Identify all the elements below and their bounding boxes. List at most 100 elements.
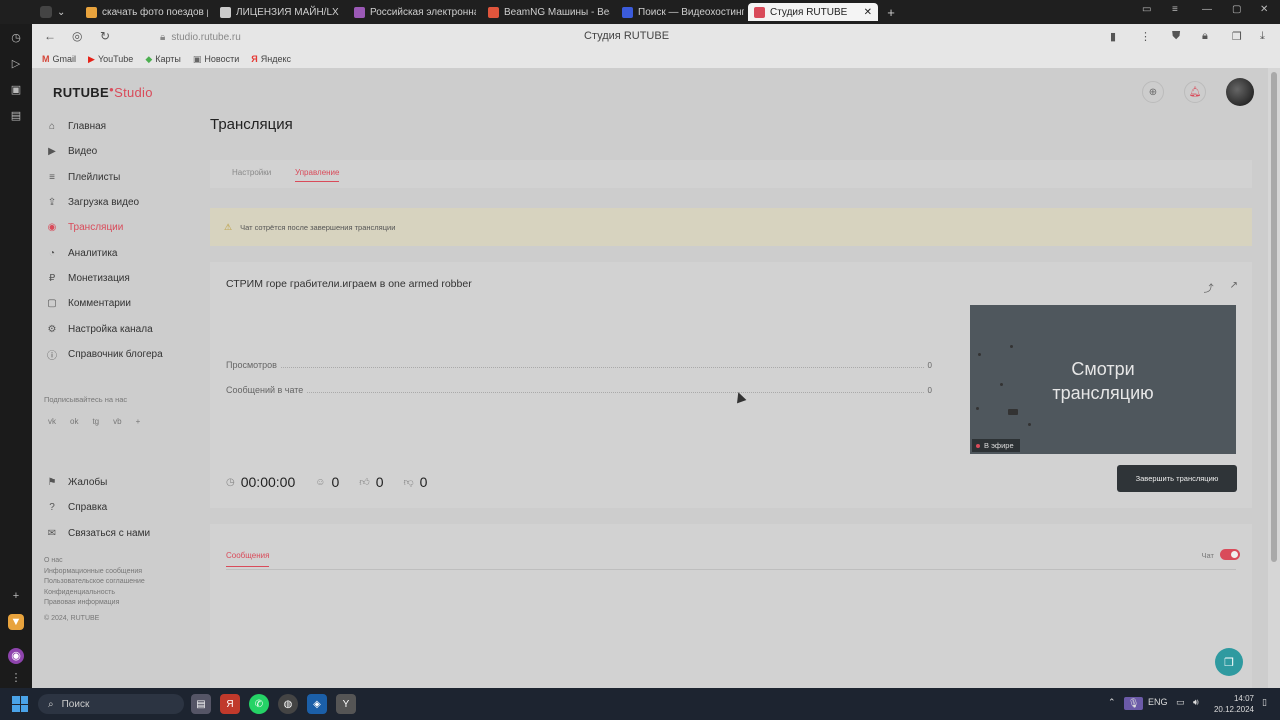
windows-start-icon[interactable] bbox=[12, 696, 28, 712]
footer-link-terms[interactable]: Пользовательское соглашение bbox=[44, 577, 145, 588]
reload-icon[interactable]: ↻ bbox=[100, 29, 110, 43]
grid-icon[interactable]: ⋮ bbox=[8, 670, 24, 686]
more-socials-icon[interactable]: + bbox=[136, 417, 141, 426]
play-icon[interactable]: ▷ bbox=[8, 56, 24, 72]
bookmark-label: Яндекс bbox=[260, 54, 291, 64]
footer-link-info[interactable]: Информационные сообщения bbox=[44, 567, 145, 578]
sidebar-item-blogger-guide[interactable]: ⓘ Справочник блогера bbox=[46, 342, 206, 367]
tab-3[interactable]: Российская электронная bbox=[348, 3, 476, 21]
footer-link-legal[interactable]: Правовая информация bbox=[44, 598, 145, 609]
ok-icon[interactable]: ok bbox=[70, 417, 78, 426]
more-icon[interactable]: ⋮ bbox=[1140, 30, 1151, 43]
collections-icon[interactable]: ▭ bbox=[1142, 4, 1151, 15]
bookmark-news[interactable]: ▣ Новости bbox=[193, 54, 239, 65]
tab-5[interactable]: Поиск — Видеохостинг R bbox=[616, 3, 744, 21]
bell-icon[interactable]: 🔔︎ bbox=[1184, 81, 1206, 103]
sidebar-item-home[interactable]: ⌂ Главная bbox=[46, 114, 206, 139]
menu-icon[interactable]: ≡ bbox=[1172, 4, 1178, 15]
tab-management[interactable]: Управление bbox=[295, 168, 340, 182]
vk-icon[interactable]: vk bbox=[48, 417, 56, 426]
yandex-browser-icon[interactable]: Я bbox=[220, 694, 240, 714]
live-label: В эфире bbox=[984, 441, 1014, 450]
home-icon: ⌂ bbox=[48, 121, 56, 133]
sidebar-item-contact[interactable]: ✉ Связаться с нами bbox=[46, 521, 206, 546]
sidebar-item-help[interactable]: ? Справка bbox=[46, 495, 206, 520]
bookmark-icon[interactable]: ▣ bbox=[8, 82, 24, 98]
sidebar-menu: ⌂ Главная ▶ Видео ≡ Плейлисты ⇪ Загрузка вид… bbox=[46, 114, 206, 367]
footer-link-about[interactable]: О нас bbox=[44, 556, 145, 567]
app-icon[interactable]: ▼ bbox=[8, 614, 24, 630]
whatsapp-icon[interactable]: ✆ bbox=[249, 694, 269, 714]
obs-icon[interactable]: ◍ bbox=[278, 694, 298, 714]
tab-rutube-studio[interactable]: Студия RUTUBE ✕ bbox=[748, 3, 878, 21]
tab-favicon-icon bbox=[622, 6, 633, 18]
bookmark-label: Новости bbox=[204, 54, 240, 64]
history-icon[interactable]: ◷ bbox=[8, 30, 24, 46]
yandex-app-icon[interactable]: Y bbox=[336, 694, 356, 714]
tab-4[interactable]: BeamNG Машины - Beam bbox=[482, 3, 610, 21]
bookmark-maps[interactable]: ◆ Карты bbox=[145, 54, 181, 65]
bookmark-star-icon[interactable]: ▮ bbox=[1110, 30, 1116, 43]
sidebar-item-streams[interactable]: ◉ Трансляции bbox=[46, 215, 206, 240]
playlist-icon: ≡ bbox=[49, 171, 55, 183]
minimize-icon[interactable]: — bbox=[1202, 4, 1212, 15]
tab-settings[interactable]: Настройки bbox=[232, 168, 271, 177]
share-icon[interactable]: ⤴ bbox=[1204, 280, 1214, 295]
extensions-icon[interactable]: ❐ bbox=[1232, 30, 1242, 43]
browser-menu-button[interactable]: ⌄ bbox=[34, 3, 72, 21]
sidebar-item-channel-settings[interactable]: ⚙ Настройка канала bbox=[46, 316, 206, 341]
page-scrollbar[interactable] bbox=[1268, 68, 1280, 688]
sidebar-item-analytics[interactable]: ◔ Аналитика bbox=[46, 240, 206, 265]
tab-messages[interactable]: Сообщения bbox=[226, 551, 270, 567]
sidebar-item-playlists[interactable]: ≡ Плейлисты bbox=[46, 165, 206, 190]
bookmark-gmail[interactable]: M Gmail bbox=[42, 54, 76, 64]
bookmark-yandex[interactable]: Я Яндекс bbox=[251, 54, 291, 64]
viber-icon[interactable]: vb bbox=[113, 417, 121, 426]
scrollbar-thumb[interactable] bbox=[1271, 72, 1277, 562]
sidebar-item-upload[interactable]: ⇪ Загрузка видео bbox=[46, 190, 206, 215]
telegram-icon[interactable]: tg bbox=[92, 417, 99, 426]
taskbar-search[interactable]: ⌕ Поиск bbox=[38, 694, 184, 714]
url-field[interactable]: 🔒︎ studio.rutube.ru bbox=[160, 30, 260, 44]
notes-icon[interactable]: ▤ bbox=[8, 108, 24, 124]
external-link-icon[interactable]: ↗ bbox=[1230, 280, 1238, 295]
network-icon[interactable]: ▭ bbox=[1176, 697, 1185, 708]
sidebar-item-video[interactable]: ▶ Видео bbox=[46, 139, 206, 164]
chat-toggle[interactable] bbox=[1220, 549, 1240, 560]
avatar[interactable] bbox=[1226, 78, 1254, 106]
close-tab-icon[interactable]: ✕ bbox=[864, 7, 872, 18]
close-window-icon[interactable]: ✕ bbox=[1260, 4, 1268, 15]
notifications-icon[interactable]: ▯ bbox=[1262, 697, 1267, 708]
steam-icon[interactable]: ◈ bbox=[307, 694, 327, 714]
sidebar-item-label: Главная bbox=[68, 121, 107, 133]
language-indicator[interactable]: ENG bbox=[1148, 697, 1168, 707]
maximize-icon[interactable]: ▢ bbox=[1232, 4, 1241, 15]
back-icon[interactable]: ← bbox=[44, 29, 56, 43]
bookmark-youtube[interactable]: ▶ YouTube bbox=[88, 54, 133, 65]
tray-chevron-icon[interactable]: ⌃ bbox=[1108, 697, 1116, 708]
sidebar-item-monetization[interactable]: ₽ Монетизация bbox=[46, 266, 206, 291]
new-tab-button[interactable]: + bbox=[882, 3, 900, 21]
protect-icon[interactable]: ◎ bbox=[72, 29, 82, 43]
download-icon[interactable]: ⤓ bbox=[1260, 30, 1265, 43]
add-icon[interactable]: + bbox=[8, 588, 24, 604]
clock[interactable]: 14:07 20.12.2024 bbox=[1212, 693, 1254, 715]
stream-preview[interactable]: Смотри трансляцию В эфире bbox=[970, 305, 1236, 454]
end-stream-button[interactable]: Завершить трансляцию bbox=[1117, 465, 1237, 492]
yandex-icon: Я bbox=[251, 54, 258, 64]
sidebar-item-comments[interactable]: ▢ Комментарии bbox=[46, 291, 206, 316]
support-chat-button[interactable]: ❐ bbox=[1215, 648, 1243, 676]
rutube-studio-logo[interactable]: RUTUBE●Studio bbox=[53, 85, 153, 100]
tab-2[interactable]: ЛИЦЕНЗИЯ МАЙН/LX S bbox=[214, 3, 342, 21]
shield-icon[interactable]: ⛊ bbox=[1172, 30, 1180, 43]
password-icon[interactable]: 🔒︎ bbox=[1202, 30, 1208, 43]
stat-leader bbox=[307, 387, 924, 393]
tab-1[interactable]: скачать фото поездов ра bbox=[80, 3, 208, 21]
microphone-icon[interactable]: 🎙︎ bbox=[1124, 697, 1144, 710]
task-view-icon[interactable]: ▤ bbox=[191, 694, 211, 714]
footer-link-privacy[interactable]: Конфиденциальность bbox=[44, 588, 145, 599]
add-content-icon[interactable]: ⊕ bbox=[1142, 81, 1164, 103]
volume-icon[interactable]: 🔊︎ bbox=[1193, 697, 1199, 708]
alice-icon[interactable]: ◉ bbox=[8, 648, 24, 664]
sidebar-item-complaints[interactable]: ⚑ Жалобы bbox=[46, 470, 206, 495]
